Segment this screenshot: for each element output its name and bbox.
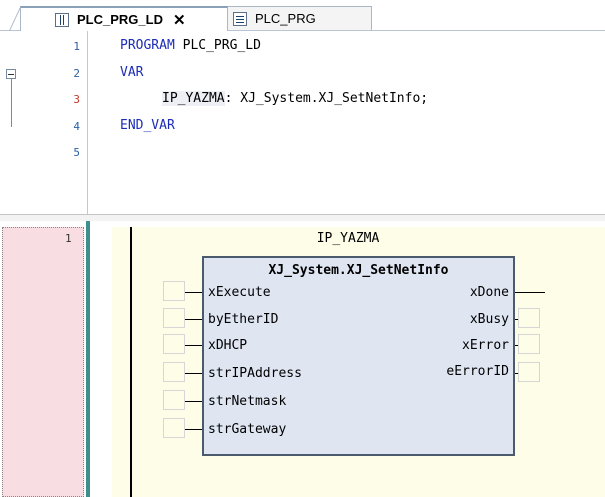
input-slot[interactable] xyxy=(163,334,185,354)
tab-plc-prg[interactable]: PLC_PRG xyxy=(226,6,372,30)
code-line: IP_YAZMA: XJ_System.XJ_SetNetInfo; xyxy=(162,91,428,106)
variable-name: IP_YAZMA xyxy=(162,91,225,106)
input-wire xyxy=(185,401,202,402)
line-number: 2 xyxy=(73,67,80,80)
input-wire xyxy=(185,319,202,320)
input-slot[interactable] xyxy=(163,418,185,438)
output-slot[interactable] xyxy=(518,334,540,354)
rung-number: 1 xyxy=(65,232,72,245)
input-slot[interactable] xyxy=(163,362,185,382)
input-slot[interactable] xyxy=(163,281,185,301)
line-number: 5 xyxy=(73,146,80,159)
line-number-gutter: 1 2 3 4 5 xyxy=(0,31,88,214)
line-number: 4 xyxy=(73,120,80,133)
output-slot[interactable] xyxy=(518,362,540,382)
line-number: 1 xyxy=(73,40,80,53)
tab-plc-prg-ld[interactable]: PLC_PRG_LD ✕ xyxy=(20,6,228,31)
input-slot[interactable] xyxy=(163,390,185,410)
input-pin-strnetmask[interactable]: strNetmask xyxy=(208,394,286,409)
keyword: PROGRAM xyxy=(120,38,175,53)
input-pin-byetherid[interactable]: byEtherID xyxy=(208,312,278,327)
input-slot[interactable] xyxy=(163,308,185,328)
collapse-icon[interactable] xyxy=(6,69,16,79)
output-wire xyxy=(515,292,545,293)
variable-type: : XJ_System.XJ_SetNetInfo; xyxy=(224,91,429,106)
input-pin-stripaddress[interactable]: strIPAddress xyxy=(208,366,302,381)
output-pin-eerrorid[interactable]: eErrorID xyxy=(446,364,509,379)
left-power-rail xyxy=(130,227,132,497)
ladder-editor[interactable]: 1 IP_YAZMA XJ_System.XJ_SetNetInfo xExec… xyxy=(0,221,605,497)
input-pin-xexecute[interactable]: xExecute xyxy=(208,285,271,300)
code-line: VAR xyxy=(120,65,143,80)
rung-gutter[interactable]: 1 xyxy=(2,227,84,497)
input-pin-strgateway[interactable]: strGateway xyxy=(208,422,286,437)
tab-label: PLC_PRG_LD xyxy=(77,12,163,27)
st-pou-icon xyxy=(233,11,247,26)
line-number: 3 xyxy=(73,93,80,106)
fb-type-name: XJ_System.XJ_SetNetInfo xyxy=(268,263,449,278)
output-pin-xbusy[interactable]: xBusy xyxy=(470,312,509,327)
close-icon[interactable]: ✕ xyxy=(173,11,186,29)
rung-marker xyxy=(86,221,90,497)
output-pin-xerror[interactable]: xError xyxy=(462,338,509,353)
code-line: END_VAR xyxy=(120,118,175,133)
input-wire xyxy=(185,345,202,346)
input-wire xyxy=(185,292,202,293)
editor-tab-bar: PLC_PRG_LD ✕ PLC_PRG xyxy=(0,0,605,32)
output-pin-xdone[interactable]: xDone xyxy=(470,285,509,300)
input-wire xyxy=(185,373,202,374)
keyword: END_VAR xyxy=(120,118,175,133)
output-slot[interactable] xyxy=(518,308,540,328)
tab-label: PLC_PRG xyxy=(255,11,316,26)
input-wire xyxy=(185,429,202,430)
fold-line xyxy=(11,79,12,127)
code-line: PROGRAM PLC_PRG_LD xyxy=(120,38,261,53)
fb-instance-name[interactable]: IP_YAZMA xyxy=(258,231,438,246)
keyword: VAR xyxy=(120,65,144,80)
input-pin-xdhcp[interactable]: xDHCP xyxy=(208,338,247,353)
declaration-editor[interactable]: 1 2 3 4 5 PROGRAM PLC_PRG_LD VAR IP_YAZM… xyxy=(0,31,605,214)
program-name: PLC_PRG_LD xyxy=(174,38,261,53)
ladder-pou-icon xyxy=(55,12,69,27)
function-block[interactable]: XJ_System.XJ_SetNetInfo xExecute byEther… xyxy=(202,256,515,456)
